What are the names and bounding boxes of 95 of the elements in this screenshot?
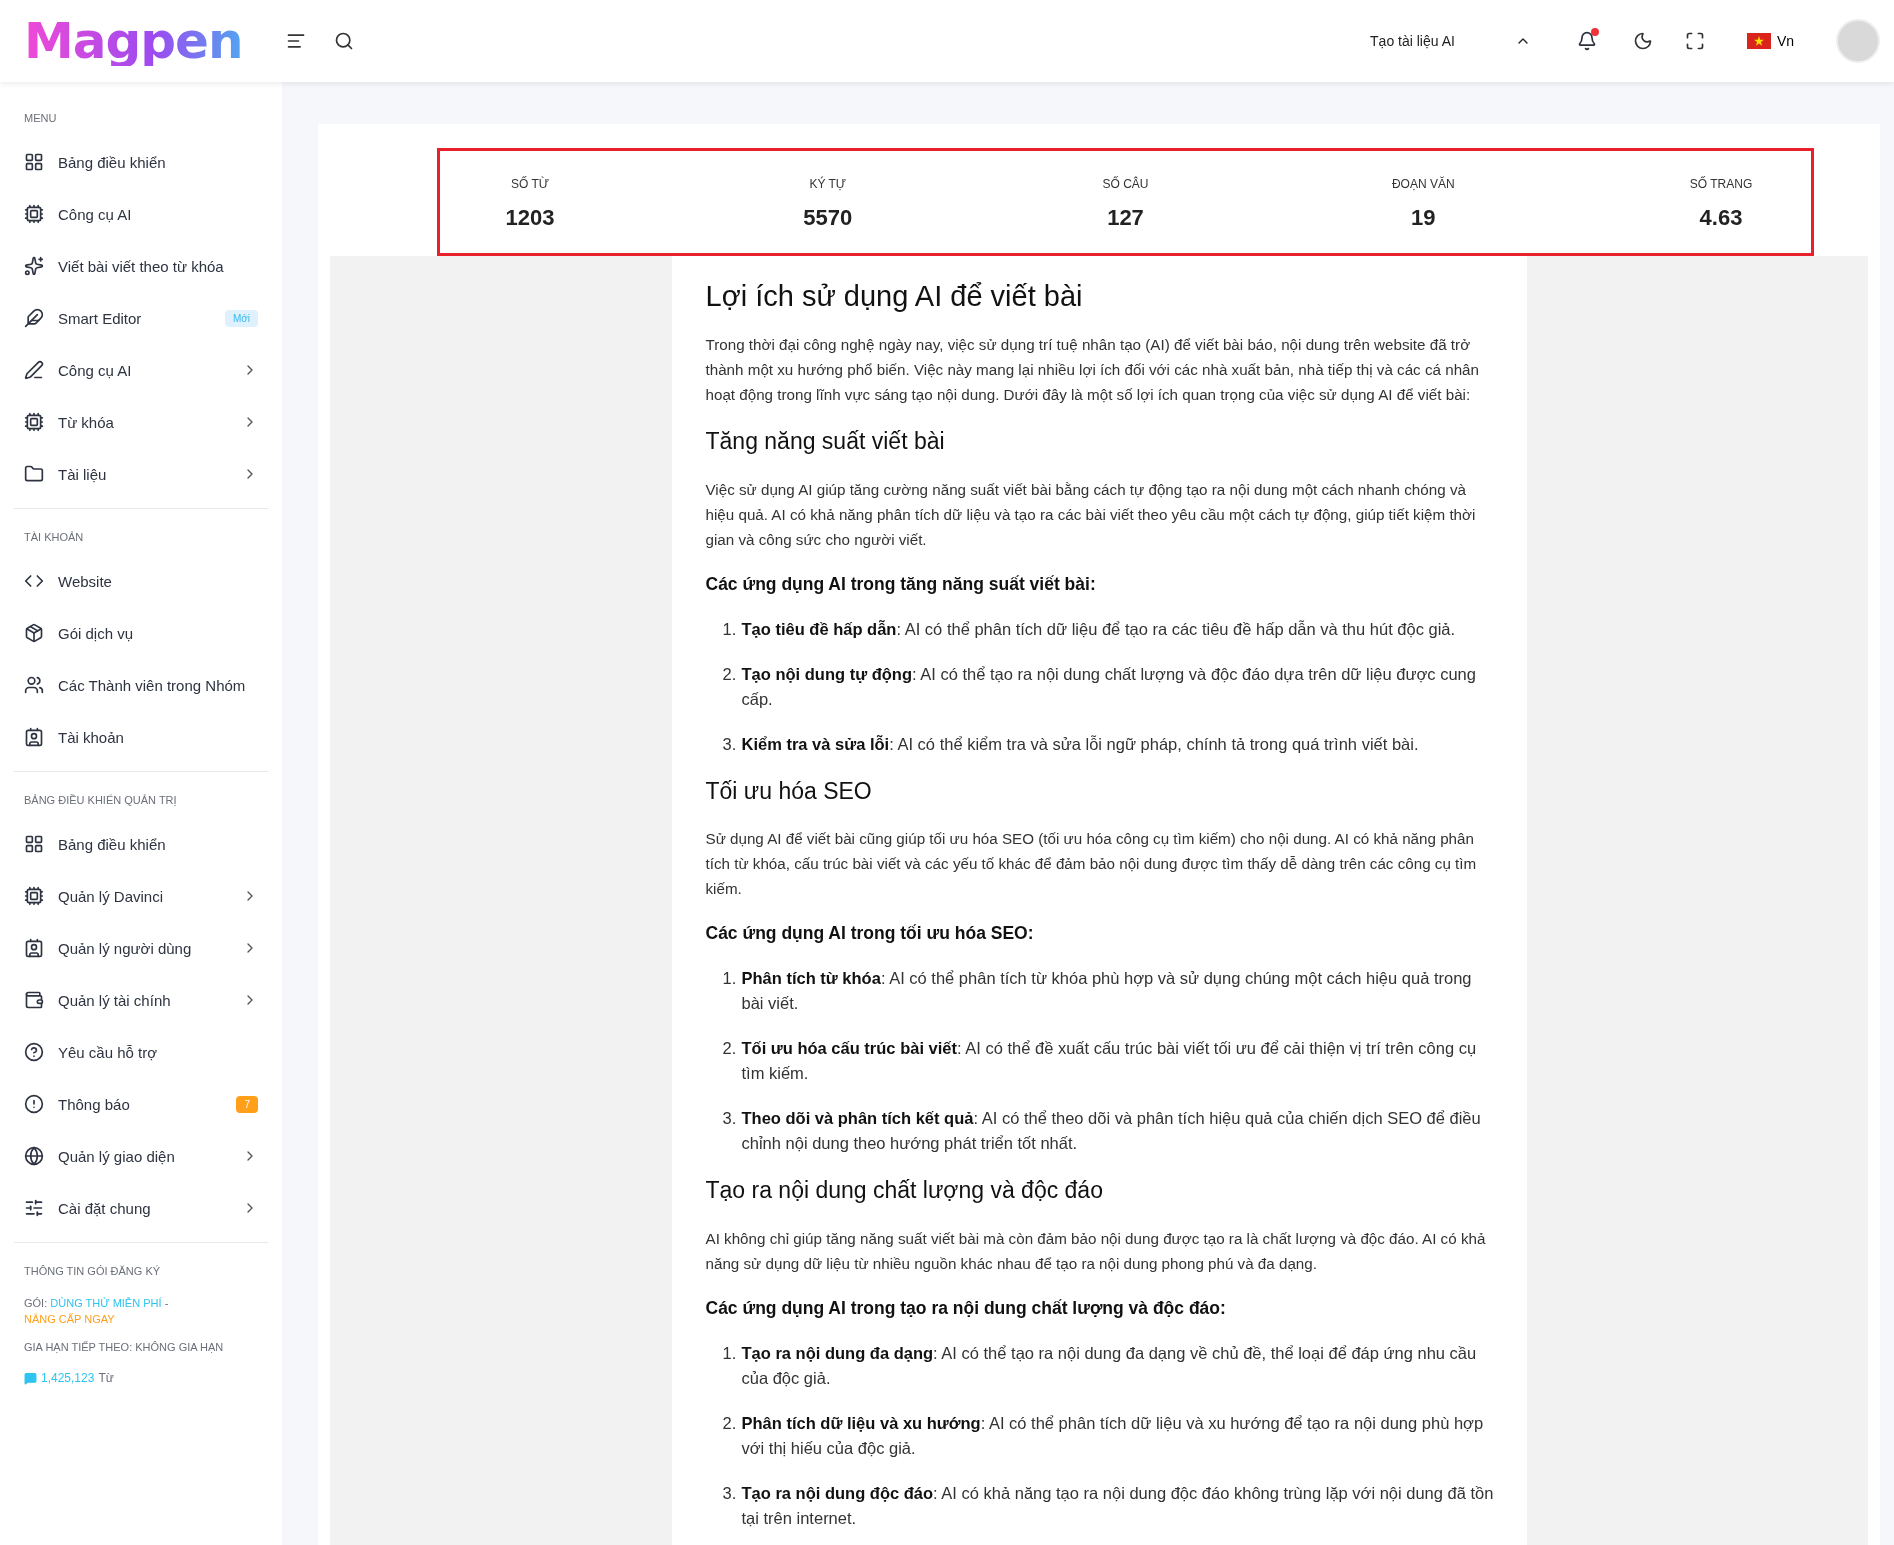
sidebar-item[interactable]: Bảng điều khiển (14, 818, 268, 870)
word-count: 1,425,123 (41, 1371, 95, 1385)
paragraph: AI không chỉ giúp tăng năng suất viết bài mà còn đảm bảo nội dung được tạo ra là chất lượng và độc đáo. AI có khả năng sử dụng dữ liệu từ nhiều nguồn khác nhau để tạo ra nội dung phong phú và đa dạng. (705, 1229, 1487, 1275)
menu-item-icon (24, 412, 44, 432)
sidebar-item[interactable]: Từ khóa (14, 396, 268, 448)
paragraph: Việc sử dụng AI giúp tăng cường năng suất viết bài bằng cách tự động tạo ra nội dung một cách nhanh chóng và hiệu quả. AI có khả năng phân tích dữ liệu và tạo ra các bài viết theo yêu cầu một cách tự động, giúp tiết kiệm thời gian và công sức cho người viết. (705, 479, 1477, 550)
sidebar-item[interactable]: Tài khoản (14, 711, 268, 763)
sidebar-item[interactable]: Quản lý người dùng (14, 922, 268, 974)
menu-item-icon (24, 256, 44, 276)
sidebar-item[interactable]: Công cụ AI (14, 344, 268, 396)
stat-label: KÝ TỰ (808, 177, 848, 191)
sidebar-item[interactable]: Website (14, 555, 268, 607)
menu-item-icon (24, 308, 44, 328)
sidebar-item[interactable]: Cài đặt chung (14, 1182, 268, 1234)
list-item: Tạo ra nội dung đa dạng: AI có thể tạo ra nội dung đa dạng về chủ đề, thể loại để đáp ứng nhu cầu của độc giả. (741, 1343, 1478, 1390)
section-title: MENU (23, 111, 58, 126)
flag-icon (1746, 33, 1771, 49)
section-title: THÔNG TIN GÓI ĐĂNG KÝ (23, 1264, 162, 1279)
stat-label: SỐ TỪ (509, 177, 550, 191)
sidebar-item[interactable]: Yêu cầu hỗ trợ (14, 1026, 268, 1078)
stat-label: SỐ CÂU (1101, 177, 1150, 191)
list-number: 2. (722, 1038, 738, 1060)
menu-item-icon (24, 727, 44, 747)
menu-item-icon (24, 1146, 44, 1166)
list-number: 1. (722, 968, 738, 990)
stat-value: 5570 (802, 205, 854, 231)
subheading: Các ứng dụng AI trong tạo ra nội dung chất lượng và độc đáo: (705, 1297, 1227, 1321)
list-number: 3. (722, 1108, 738, 1130)
menu-item-icon (24, 464, 44, 484)
list-item: Phân tích từ khóa: AI có thể phân tích từ khóa phù hợp và sử dụng chúng một cách hiệu quả trong bài viết. (741, 968, 1473, 1015)
language-selector[interactable]: Vn (1740, 32, 1800, 50)
menu-item-icon (24, 1042, 44, 1062)
paragraph: Trong thời đại công nghệ ngày nay, việc sử dụng trí tuệ nhân tạo (AI) để viết bài báo, nội dung trên website đã trở thành một xu hướng phổ biến. Việc này mang lại nhiều lợi ích đối với các nhà xuất bản, nhà tiếp thị và các cá nhân hoạt động trong lĩnh vực sáng tạo nội dung. Dưới đây là một số lợi ích quan trọng của việc sử dụng AI để viết bài: (705, 334, 1480, 405)
section-title: TÀI KHOẢN (23, 530, 85, 545)
menu-item-icon (24, 152, 44, 172)
menu-item-icon (24, 834, 44, 854)
menu-icon[interactable] (286, 31, 306, 51)
stat-value: 1203 (504, 205, 556, 231)
message-icon (24, 1371, 37, 1385)
sidebar-item[interactable]: Bảng điều khiển (14, 136, 268, 188)
fullscreen-icon[interactable] (1684, 31, 1705, 51)
menu-item-icon (24, 938, 44, 958)
sidebar-item[interactable]: Quản lý giao diện (14, 1130, 268, 1182)
menu-item-icon (24, 675, 44, 695)
section-heading: Tăng năng suất viết bài (705, 426, 946, 456)
stat-label: ĐOẠN VĂN (1390, 177, 1456, 191)
list-number: 1. (722, 618, 738, 640)
section-heading: Tạo ra nội dung chất lượng và độc đáo (705, 1176, 1104, 1206)
list-number: 3. (722, 733, 738, 755)
list-item: Theo dõi và phân tích kết quả: AI có thể theo dõi và phân tích hiệu quả của chiến dịch SEO để điều chỉnh nội dung theo hướng phát triển tốt nhất. (741, 1108, 1482, 1155)
list-item: Tạo nội dung tự động: AI có thể tạo ra nội dung chất lượng và độc đáo dựa trên dữ liệu được cung cấp. (741, 663, 1477, 710)
sidebar-item[interactable]: Gói dịch vụ (14, 607, 268, 659)
stat-label: SỐ TRANG (1688, 177, 1754, 191)
list-item: Phân tích dữ liệu và xu hướng: AI có thể phân tích dữ liệu và xu hướng để tạo ra nội dung phù hợp với thị hiếu của độc giả. (741, 1413, 1485, 1460)
stat-value: 4.63 (1698, 205, 1744, 231)
list-number: 3. (722, 1483, 738, 1505)
notification-icon[interactable] (1576, 31, 1597, 51)
sidebar-item[interactable]: Quản lý tài chính (14, 974, 268, 1026)
sidebar-item[interactable]: Tài liệu (14, 448, 268, 500)
sidebar-item[interactable]: Công cụ AI (14, 188, 268, 240)
badge: Mới (224, 309, 258, 327)
renewal-info: GIA HẠN TIẾP THEO: KHÔNG GIA HẠN (23, 1340, 225, 1355)
article-title: Lợi ích sử dụng AI để viết bài (705, 279, 1084, 314)
sidebar-item[interactable]: Viết bài viết theo từ khóa (14, 240, 268, 292)
list-item: Tạo ra nội dung độc đáo: AI có khả năng tạo ra nội dung độc đáo không trùng lặp với nội dung đã tồn tại trên internet. (741, 1483, 1495, 1530)
list-item: Tạo tiêu đề hấp dẫn: AI có thể phân tích dữ liệu để tạo ra các tiêu đề hấp dẫn và thu hút độc giả. (741, 618, 1456, 640)
list-item: Tối ưu hóa cấu trúc bài viết: AI có thể đề xuất cấu trúc bài viết tối ưu để cải thiện vị trí trên công cụ tìm kiếm. (741, 1038, 1478, 1085)
paragraph: Sử dụng AI để viết bài cũng giúp tối ưu hóa SEO (tối ưu hóa công cụ tìm kiếm) cho nội dung. AI có khả năng phân tích từ khóa, cấu trúc bài viết và các yếu tố khác để đảm bảo nội dung được tìm thấy dễ dàng trên các công cụ tìm kiếm. (705, 829, 1478, 900)
sidebar-item[interactable]: Quản lý Davinci (14, 870, 268, 922)
list-number: 2. (722, 663, 738, 685)
badge: 7 (236, 1095, 258, 1113)
section-title: BẢNG ĐIỀU KHIỂN QUẢN TRỊ (23, 793, 178, 808)
list-number: 1. (722, 1343, 738, 1365)
list-number: 2. (722, 1413, 738, 1435)
menu-item-icon (24, 990, 44, 1010)
create-document-dropdown[interactable]: Tạo tài liệu AI (1364, 32, 1537, 50)
stat-value: 127 (1106, 205, 1145, 231)
list-item: Kiểm tra và sửa lỗi: AI có thể kiểm tra và sửa lỗi ngữ pháp, chính tả trong quá trình viết bài. (741, 733, 1419, 755)
subheading: Các ứng dụng AI trong tăng năng suất viết bài: (705, 572, 1097, 596)
menu-item-icon (24, 204, 44, 224)
sidebar-item[interactable]: Các Thành viên trong Nhóm (14, 659, 268, 711)
moon-icon[interactable] (1632, 31, 1653, 51)
menu-item-icon (24, 623, 44, 643)
menu-item-icon (24, 1198, 44, 1218)
sidebar-item[interactable]: Thông báo 7 (14, 1078, 268, 1130)
menu-item-icon (24, 1094, 44, 1114)
search-icon[interactable] (334, 31, 354, 51)
word-unit: Từ (98, 1371, 114, 1385)
plan-info: GÓI: DÙNG THỬ MIỄN PHÍ - NÂNG CẤP NGAY (23, 1296, 170, 1327)
menu-item-icon (24, 886, 44, 906)
section-heading: Tối ưu hóa SEO (705, 776, 873, 806)
menu-item-icon (24, 360, 44, 380)
subheading: Các ứng dụng AI trong tối ưu hóa SEO: (705, 922, 1035, 946)
sidebar-item[interactable]: Smart Editor Mới (14, 292, 268, 344)
stat-value: 19 (1410, 205, 1437, 231)
